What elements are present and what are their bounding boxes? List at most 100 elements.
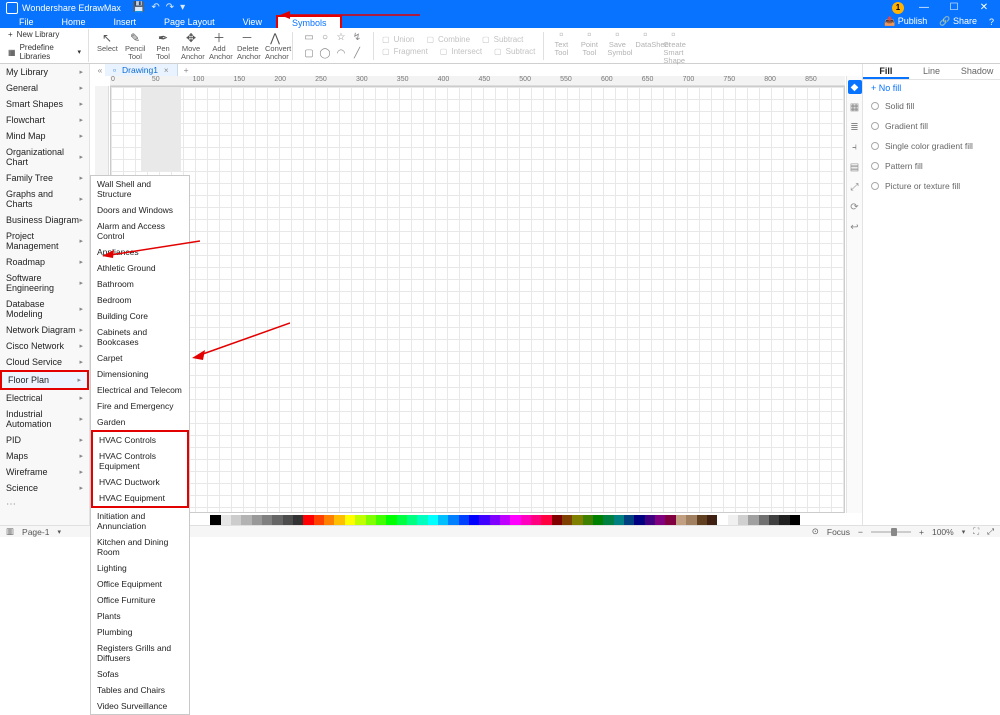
color-swatch[interactable] bbox=[366, 515, 376, 525]
color-swatch[interactable] bbox=[790, 515, 800, 525]
color-swatch[interactable] bbox=[272, 515, 282, 525]
submenu-hvac-controls[interactable]: HVAC Controls bbox=[93, 432, 187, 448]
color-swatch[interactable] bbox=[438, 515, 448, 525]
help-button[interactable]: ? bbox=[983, 17, 1000, 27]
submenu-carpet[interactable]: Carpet bbox=[91, 350, 189, 366]
color-swatch[interactable] bbox=[583, 515, 593, 525]
close-button[interactable]: ✕ bbox=[974, 2, 994, 13]
redo-icon[interactable]: ↷ bbox=[166, 2, 174, 13]
color-swatch[interactable] bbox=[707, 515, 717, 525]
color-swatch[interactable] bbox=[676, 515, 686, 525]
new-library-button[interactable]: +New Library bbox=[4, 29, 85, 40]
color-swatch[interactable] bbox=[624, 515, 634, 525]
predefine-libraries-button[interactable]: ▦Predefine Libraries▾ bbox=[4, 42, 85, 62]
menu-view[interactable]: View bbox=[229, 15, 276, 28]
style-panel-icon[interactable]: ◆ bbox=[848, 80, 862, 94]
color-swatch[interactable] bbox=[231, 515, 241, 525]
color-swatch[interactable] bbox=[521, 515, 531, 525]
category-maps[interactable]: Maps▸ bbox=[0, 448, 89, 464]
color-swatch[interactable] bbox=[334, 515, 344, 525]
color-swatch[interactable] bbox=[417, 515, 427, 525]
submenu-athletic-ground[interactable]: Athletic Ground bbox=[91, 260, 189, 276]
color-swatch[interactable] bbox=[748, 515, 758, 525]
submenu-fire-and-emergency[interactable]: Fire and Emergency bbox=[91, 398, 189, 414]
qat-more-icon[interactable]: ▾ bbox=[180, 2, 185, 13]
category-cloud-service[interactable]: Cloud Service▸ bbox=[0, 354, 89, 370]
history-panel-icon[interactable]: ↩ bbox=[848, 220, 862, 234]
category-roadmap[interactable]: Roadmap▸ bbox=[0, 254, 89, 270]
color-swatch[interactable] bbox=[645, 515, 655, 525]
document-tab[interactable]: ▫ Drawing1 × bbox=[105, 64, 178, 76]
fill-option-pattern-fill[interactable]: Pattern fill bbox=[863, 156, 1000, 176]
color-swatch[interactable] bbox=[717, 515, 727, 525]
category-graphs-and-charts[interactable]: Graphs and Charts▸ bbox=[0, 186, 89, 212]
color-swatch[interactable] bbox=[448, 515, 458, 525]
color-swatch[interactable] bbox=[531, 515, 541, 525]
canvas[interactable] bbox=[110, 86, 845, 513]
tab-scroll-left[interactable]: « bbox=[95, 65, 105, 75]
color-swatch[interactable] bbox=[510, 515, 520, 525]
category-science[interactable]: Science▸ bbox=[0, 480, 89, 496]
category-pid[interactable]: PID▸ bbox=[0, 432, 89, 448]
category-wireframe[interactable]: Wireframe▸ bbox=[0, 464, 89, 480]
menu-file[interactable]: File bbox=[5, 15, 48, 28]
color-swatch[interactable] bbox=[407, 515, 417, 525]
menu-home[interactable]: Home bbox=[48, 15, 100, 28]
more-categories[interactable]: ⋯ bbox=[0, 496, 89, 513]
category-business-diagram[interactable]: Business Diagram▸ bbox=[0, 212, 89, 228]
zoom-slider[interactable] bbox=[871, 531, 911, 533]
submenu-appliances[interactable]: Appliances bbox=[91, 244, 189, 260]
align-panel-icon[interactable]: ⫞ bbox=[848, 140, 862, 154]
fill-option-picture-or-texture-fill[interactable]: Picture or texture fill bbox=[863, 176, 1000, 196]
submenu-electrical-and-telecom[interactable]: Electrical and Telecom bbox=[91, 382, 189, 398]
arc-shape-icon[interactable]: ◠ bbox=[334, 47, 348, 61]
submenu-lighting[interactable]: Lighting bbox=[91, 560, 189, 576]
category-floor-plan[interactable]: Floor Plan▸ bbox=[0, 370, 89, 390]
notification-badge[interactable]: 1 bbox=[892, 2, 904, 14]
category-family-tree[interactable]: Family Tree▸ bbox=[0, 170, 89, 186]
zoom-out-button[interactable]: − bbox=[858, 527, 863, 537]
share-button[interactable]: 🔗 Share bbox=[933, 16, 983, 27]
submenu-alarm-and-access-control[interactable]: Alarm and Access Control bbox=[91, 218, 189, 244]
ellipse-shape-icon[interactable]: ◯ bbox=[318, 47, 332, 61]
submenu-bedroom[interactable]: Bedroom bbox=[91, 292, 189, 308]
color-swatch[interactable] bbox=[200, 515, 210, 525]
category-network-diagram[interactable]: Network Diagram▸ bbox=[0, 322, 89, 338]
color-swatch[interactable] bbox=[634, 515, 644, 525]
maximize-button[interactable]: ☐ bbox=[944, 2, 964, 13]
delete-anchor-tool[interactable]: －DeleteAnchor bbox=[233, 31, 261, 61]
format-tab-shadow[interactable]: Shadow bbox=[954, 64, 1000, 79]
fullscreen-icon[interactable]: ⤢ bbox=[987, 526, 994, 537]
move-anchor-tool[interactable]: ✥MoveAnchor bbox=[177, 31, 205, 61]
color-swatch[interactable] bbox=[386, 515, 396, 525]
category-smart-shapes[interactable]: Smart Shapes▸ bbox=[0, 96, 89, 112]
submenu-cabinets-and-bookcases[interactable]: Cabinets and Bookcases bbox=[91, 324, 189, 350]
color-swatch[interactable] bbox=[428, 515, 438, 525]
color-swatch[interactable] bbox=[490, 515, 500, 525]
add-anchor-tool[interactable]: ＋AddAnchor bbox=[205, 31, 233, 61]
submenu-sofas[interactable]: Sofas bbox=[91, 666, 189, 682]
page-dropdown-icon[interactable]: ▾ bbox=[57, 528, 61, 536]
star-shape-icon[interactable]: ☆ bbox=[334, 31, 348, 45]
color-swatch[interactable] bbox=[210, 515, 220, 525]
color-swatch[interactable] bbox=[241, 515, 251, 525]
color-swatch[interactable] bbox=[221, 515, 231, 525]
layers-panel-icon[interactable]: ≣ bbox=[848, 120, 862, 134]
color-swatch[interactable] bbox=[314, 515, 324, 525]
color-swatch[interactable] bbox=[303, 515, 313, 525]
menu-page-layout[interactable]: Page Layout bbox=[150, 15, 229, 28]
submenu-hvac-ductwork[interactable]: HVAC Ductwork bbox=[93, 474, 187, 490]
color-swatch[interactable] bbox=[562, 515, 572, 525]
category-software-engineering[interactable]: Software Engineering▸ bbox=[0, 270, 89, 296]
color-swatch[interactable] bbox=[355, 515, 365, 525]
zoom-in-button[interactable]: + bbox=[919, 527, 924, 537]
color-swatch[interactable] bbox=[572, 515, 582, 525]
convert-anchor-tool[interactable]: ⋀ConvertAnchor bbox=[261, 31, 289, 61]
color-swatch[interactable] bbox=[655, 515, 665, 525]
save-icon[interactable]: 💾 bbox=[133, 2, 145, 13]
color-swatch[interactable] bbox=[397, 515, 407, 525]
submenu-plants[interactable]: Plants bbox=[91, 608, 189, 624]
color-swatch[interactable] bbox=[283, 515, 293, 525]
fill-option-gradient-fill[interactable]: Gradient fill bbox=[863, 116, 1000, 136]
color-swatch[interactable] bbox=[293, 515, 303, 525]
